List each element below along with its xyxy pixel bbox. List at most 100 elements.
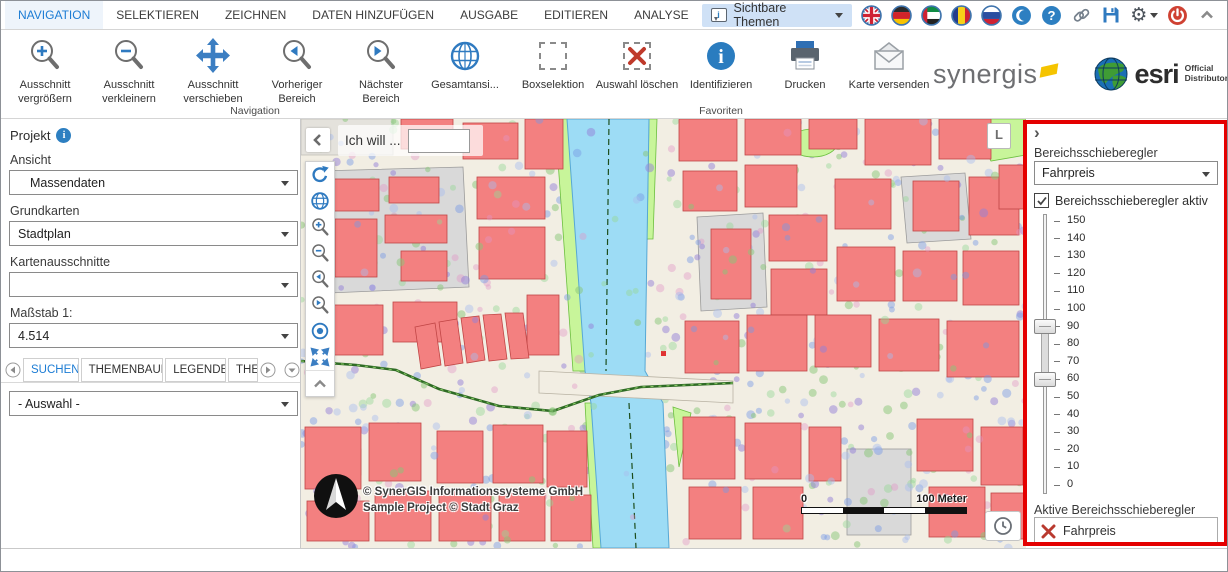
box-selection-button[interactable]: Boxselektion: [511, 34, 595, 93]
identify-button[interactable]: i Identifizieren: [679, 34, 763, 93]
slider-tick: [1054, 467, 1060, 468]
power-icon[interactable]: [1167, 5, 1188, 26]
time-slider-button[interactable]: [985, 511, 1021, 541]
project-panel: Projekt i Ansicht Massendaten Grundkarte…: [1, 119, 301, 548]
tab-legende[interactable]: LEGENDE: [165, 358, 226, 382]
collapse-ribbon-icon[interactable]: [1197, 5, 1217, 26]
next-extent-button[interactable]: Nächster Bereich: [339, 34, 423, 107]
map-canvas[interactable]: Ich will ... L © SynerGIS Informationssy…: [301, 119, 1026, 548]
i-want-to-widget: Ich will ...: [338, 125, 483, 156]
tab-scroll-right-icon[interactable]: [260, 362, 276, 378]
menu-tab-editieren[interactable]: EDITIEREN: [531, 1, 621, 29]
esri-logo: esri OfficialDistributor: [1093, 56, 1228, 92]
range-slider-dropdown[interactable]: Fahrpreis: [1034, 161, 1218, 185]
menu-tab-ausgabe[interactable]: AUSGABE: [447, 1, 531, 29]
content-area: Projekt i Ansicht Massendaten Grundkarte…: [1, 119, 1227, 548]
zoom-in-extent-button[interactable]: Ausschnitt vergrößern: [3, 34, 87, 107]
help-icon[interactable]: ?: [1041, 5, 1062, 26]
remove-slider-icon[interactable]: [1041, 524, 1056, 539]
slider-upper-handle[interactable]: [1034, 319, 1056, 334]
chevron-down-icon: [281, 402, 289, 407]
menu-tab-navigation[interactable]: NAVIGATION: [5, 1, 103, 29]
slider-tick: [1054, 291, 1060, 292]
dashed-box-icon: [539, 34, 567, 78]
move-arrows-icon: [193, 34, 233, 78]
map-zoom-out-icon[interactable]: [306, 240, 334, 266]
flag-uae-icon[interactable]: [921, 5, 942, 26]
pan-extent-button[interactable]: Ausschnitt verschieben: [171, 34, 255, 107]
crescent-icon[interactable]: [1011, 5, 1032, 26]
group-label-favoriten: Favoriten: [509, 105, 933, 117]
range-slider-panel: › Bereichsschieberegler Fahrpreis Bereic…: [1026, 119, 1228, 548]
tab-themenbaum[interactable]: THEMENBAUM: [81, 358, 164, 382]
link-icon[interactable]: [1071, 5, 1092, 26]
slider-tick-label: 50: [1067, 390, 1079, 402]
slider-tick: [1054, 238, 1060, 239]
checkbox-label: Bereichsschieberegler aktiv: [1055, 194, 1208, 208]
slider-tick-label: 120: [1067, 267, 1085, 279]
slider-tick-label: 60: [1067, 372, 1079, 384]
grundkarten-dropdown[interactable]: Stadtplan: [9, 221, 298, 246]
info-circle-icon: i: [701, 34, 741, 78]
full-extent-button[interactable]: Gesamtansi...: [423, 34, 507, 93]
slider-tick-label: 70: [1067, 355, 1079, 367]
clear-selection-button[interactable]: Auswahl löschen: [595, 34, 679, 93]
slider-tick-label: 110: [1067, 284, 1085, 296]
range-slider-active-checkbox[interactable]: Bereichsschieberegler aktiv: [1034, 193, 1208, 208]
map-position-icon[interactable]: [306, 318, 334, 344]
slider-tick: [1054, 256, 1060, 257]
ribbon-toolbar: Ausschnitt vergrößern Ausschnitt verklei…: [1, 30, 1227, 119]
esri-distributor-text: OfficialDistributor: [1185, 64, 1228, 84]
menubar-right-controls: i Sichtbare Themen ?: [702, 4, 1227, 27]
slider-tick-label: 30: [1067, 425, 1079, 437]
tab-suchen[interactable]: SUCHEN: [23, 358, 79, 382]
map-full-extent-icon[interactable]: [306, 344, 334, 370]
kartenausschnitte-dropdown[interactable]: [9, 272, 298, 297]
collapse-left-panel-button[interactable]: [306, 128, 330, 152]
ansicht-label: Ansicht: [10, 153, 300, 167]
settings-menu[interactable]: ⚙: [1130, 5, 1158, 26]
collapse-right-panel-button[interactable]: ›: [1034, 123, 1040, 143]
slider-tick-label: 80: [1067, 337, 1079, 349]
active-sliders-title: Aktive Bereichsschieberegler: [1034, 503, 1195, 517]
slider-tick-label: 10: [1067, 460, 1079, 472]
auswahl-dropdown[interactable]: - Auswahl -: [9, 391, 298, 416]
i-want-to-input[interactable]: [408, 129, 470, 153]
print-button[interactable]: Drucken: [763, 34, 847, 93]
save-icon[interactable]: [1101, 5, 1121, 26]
previous-extent-button[interactable]: Vorheriger Bereich: [255, 34, 339, 107]
i-want-to-label: Ich will ...: [345, 133, 401, 148]
menu-tab-selektieren[interactable]: SELEKTIEREN: [103, 1, 212, 29]
tab-scroll-left-icon[interactable]: [5, 362, 21, 378]
map-zoom-in-icon[interactable]: [306, 214, 334, 240]
tab-themen-clipped[interactable]: THE: [228, 358, 258, 382]
massstab-dropdown[interactable]: 4.514: [9, 323, 298, 348]
chevron-down-icon: [281, 334, 289, 339]
refresh-map-icon[interactable]: [306, 162, 334, 188]
map-previous-extent-icon[interactable]: [306, 266, 334, 292]
visible-themes-dropdown[interactable]: i Sichtbare Themen: [702, 4, 853, 27]
gear-icon: ⚙: [1130, 5, 1147, 26]
map-tools-collapse-icon[interactable]: [306, 370, 334, 396]
map-globe-icon[interactable]: [306, 188, 334, 214]
flag-uk-icon[interactable]: [861, 5, 882, 26]
slider-lower-handle[interactable]: [1034, 372, 1056, 387]
menu-tab-analyse[interactable]: ANALYSE: [621, 1, 701, 29]
flag-romania-icon[interactable]: [951, 5, 972, 26]
overview-map-toggle[interactable]: L: [987, 123, 1011, 149]
tab-overflow-icon[interactable]: [284, 362, 300, 378]
flag-russia-icon[interactable]: [981, 5, 1002, 26]
north-arrow-compass: [313, 473, 359, 524]
map-next-extent-icon[interactable]: [306, 292, 334, 318]
menu-tab-zeichnen[interactable]: ZEICHNEN: [212, 1, 299, 29]
chevron-down-icon: [835, 13, 843, 18]
zoom-out-extent-button[interactable]: Ausschnitt verkleinern: [87, 34, 171, 107]
project-info-icon[interactable]: i: [56, 128, 71, 143]
vendor-logos: synergis esri OfficialDistributor: [933, 30, 1228, 118]
project-label: Projekt: [10, 128, 50, 143]
button-label: Vorheriger Bereich: [255, 79, 339, 107]
ansicht-dropdown[interactable]: Massendaten: [9, 170, 298, 195]
send-map-button[interactable]: Karte versenden: [847, 34, 931, 93]
menu-tab-daten-hinzufuegen[interactable]: DATEN HINZUFÜGEN: [299, 1, 447, 29]
flag-germany-icon[interactable]: [891, 5, 912, 26]
